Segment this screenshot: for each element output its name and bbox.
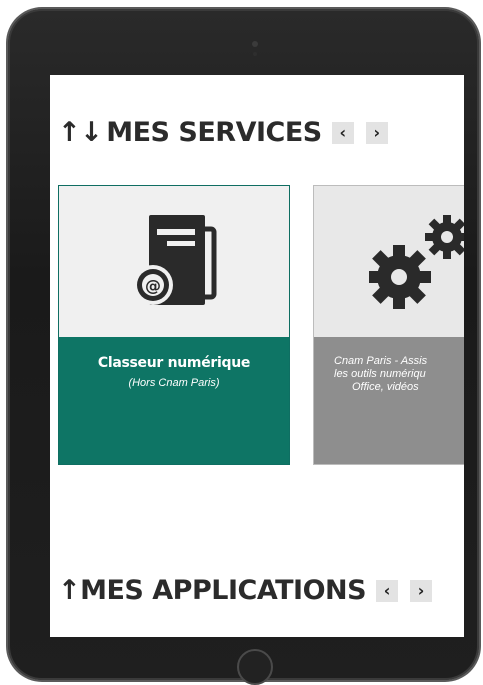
applications-title: MES APPLICATIONS [80,575,367,606]
card-subtitle: (Hors Cnam Paris) [128,377,220,389]
camera-icon [252,41,258,47]
tablet-frame: ↑↓ MES SERVICES ‹ › @ Classeur numérique… [8,9,479,685]
services-header: ↑↓ MES SERVICES ‹ › [58,117,388,148]
applications-next-button[interactable]: › [410,579,433,602]
card-description-line: Office, vidéos [352,381,419,393]
card-caption: Cnam Paris - Assis les outils numériqu O… [314,337,464,464]
sort-arrows-icon[interactable]: ↑↓ [58,117,103,148]
card-description-line: Cnam Paris - Assis [334,355,428,367]
applications-prev-button[interactable]: ‹ [376,579,399,602]
folder-email-icon: @ [133,214,217,305]
applications-header: ↑ MES APPLICATIONS ‹ › [58,575,433,606]
card-caption: Classeur numérique (Hors Cnam Paris) [59,337,289,464]
sort-arrow-icon[interactable]: ↑ [58,575,81,606]
services-next-button[interactable]: › [365,121,388,144]
service-card-assistance[interactable]: Cnam Paris - Assis les outils numériqu O… [313,185,464,465]
svg-text:@: @ [145,276,161,295]
card-description-line: les outils numériqu [334,368,426,380]
card-image: @ [59,186,289,337]
gears-icon [369,214,464,309]
screen: ↑↓ MES SERVICES ‹ › @ Classeur numérique… [50,75,464,637]
home-button[interactable] [237,649,273,685]
card-title: Classeur numérique [97,355,251,371]
services-prev-button[interactable]: ‹ [331,121,354,144]
service-card-classeur[interactable]: @ Classeur numérique (Hors Cnam Paris) [58,185,290,465]
card-image [314,186,464,337]
services-title: MES SERVICES [106,117,322,148]
card-description: Cnam Paris - Assis les outils numériqu O… [334,355,464,394]
